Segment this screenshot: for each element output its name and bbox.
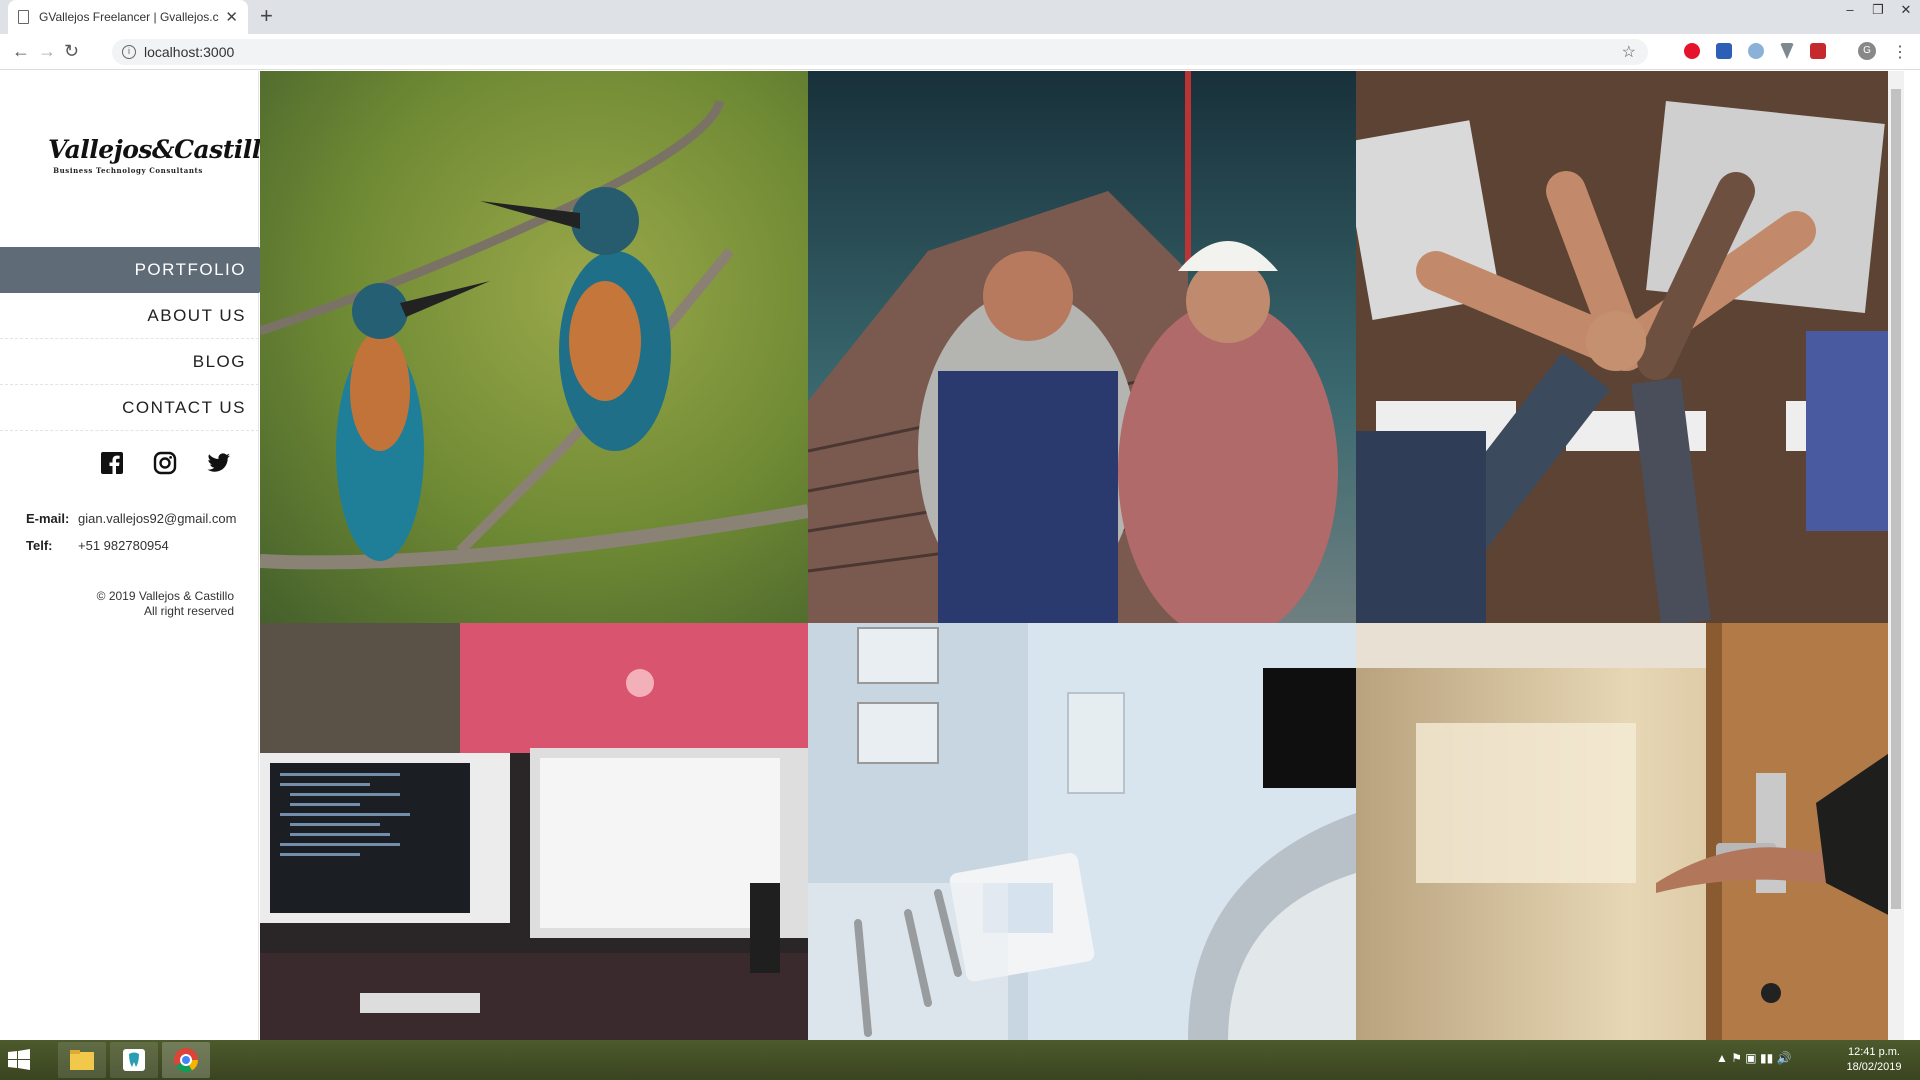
extension-icon-red[interactable] (1810, 43, 1826, 59)
phone-value: +51 982780954 (78, 538, 169, 553)
opera-extension-icon[interactable] (1684, 43, 1700, 59)
portfolio-image (260, 623, 808, 1040)
page-scrollbar[interactable] (1888, 71, 1904, 1040)
info-icon[interactable]: i (122, 45, 136, 59)
logo-name: Vallejos&Castillo (48, 135, 277, 164)
extension-icon[interactable] (1748, 43, 1764, 59)
taskbar: ▲ ⚑ ▣ ▮▮ 🔊 12:41 p.m. 18/02/2019 (0, 1040, 1920, 1080)
contact-info: E-mail: gian.vallejos92@gmail.com Telf: … (26, 511, 236, 565)
portfolio-image (1356, 623, 1904, 1040)
email-label: E-mail: (26, 511, 70, 526)
site-logo[interactable]: Vallejos&Castillo Business Technology Co… (48, 135, 277, 175)
portfolio-image (808, 71, 1356, 623)
portfolio-image (260, 71, 808, 623)
close-window-button[interactable]: ✕ (1892, 0, 1920, 22)
phone-row: Telf: +51 982780954 (26, 538, 236, 553)
browser-tabstrip: GVallejos Freelancer | Gvallejos.c ✕ + –… (0, 0, 1920, 34)
browser-tab[interactable]: GVallejos Freelancer | Gvallejos.c ✕ (8, 0, 248, 34)
tab-title: GVallejos Freelancer | Gvallejos.c (39, 10, 219, 24)
menu-item-contact-us[interactable]: CONTACT US (0, 385, 259, 431)
sidebar: Vallejos&Castillo Business Technology Co… (0, 71, 282, 1040)
menu-item-about-us[interactable]: ABOUT US (0, 293, 259, 339)
scrollbar-thumb[interactable] (1891, 89, 1901, 909)
logo-tagline: Business Technology Consultants (53, 166, 203, 175)
portfolio-item-dental-clinic[interactable] (808, 623, 1356, 1040)
menu-item-blog[interactable]: BLOG (0, 339, 259, 385)
vue-devtools-icon[interactable] (1780, 43, 1794, 59)
portfolio-image (808, 623, 1356, 1040)
new-tab-button[interactable]: + (260, 3, 273, 29)
portfolio-item-development[interactable] (260, 623, 808, 1040)
copyright-line-2: All right reserved (143, 604, 234, 618)
twitter-icon[interactable] (206, 451, 233, 478)
social-links (100, 451, 233, 478)
document-icon (18, 10, 29, 24)
copyright: © 2019 Vallejos & Castillo All right res… (97, 589, 234, 619)
windows-start-icon[interactable] (8, 1049, 30, 1071)
forward-button[interactable]: → (38, 41, 56, 62)
email-row: E-mail: gian.vallejos92@gmail.com (26, 511, 236, 526)
portfolio-item-teamwork[interactable] (1356, 71, 1904, 623)
window-controls: – ❐ ✕ (1836, 0, 1920, 22)
portfolio-image (1356, 71, 1904, 623)
portfolio-item-kingfishers[interactable] (260, 71, 808, 623)
portfolio-item-construction[interactable] (808, 71, 1356, 623)
menu-item-portfolio[interactable]: PORTFOLIO (0, 247, 282, 293)
page: Vallejos&Castillo Business Technology Co… (0, 71, 1920, 1040)
bookmark-extension-icon[interactable] (1716, 43, 1732, 59)
browser-toolbar: ← → ↻ i localhost:3000 ☆ G ⋮ (0, 34, 1920, 70)
copyright-line-1: © 2019 Vallejos & Castillo (96, 589, 234, 603)
restore-button[interactable]: ❐ (1864, 0, 1892, 22)
chrome-icon[interactable] (162, 1042, 210, 1078)
main-menu: PORTFOLIO ABOUT US BLOG CONTACT US (0, 247, 282, 431)
clock-time: 12:41 p.m. (1848, 1046, 1900, 1058)
url-text: localhost:3000 (144, 44, 235, 60)
portfolio-item-hotel-door[interactable] (1356, 623, 1904, 1040)
close-tab-icon[interactable]: ✕ (225, 8, 238, 26)
reload-button[interactable]: ↻ (64, 41, 79, 62)
taskbar-clock[interactable]: 12:41 p.m. 18/02/2019 (1836, 1045, 1912, 1075)
address-bar[interactable]: i localhost:3000 ☆ (112, 39, 1648, 65)
bookmark-star-icon[interactable]: ☆ (1622, 42, 1636, 62)
clock-date: 18/02/2019 (1846, 1061, 1902, 1073)
file-explorer-icon[interactable] (58, 1042, 106, 1078)
menu-dots-icon[interactable]: ⋮ (1892, 42, 1908, 62)
profile-avatar[interactable]: G (1858, 42, 1876, 60)
dental-app-icon[interactable] (110, 1042, 158, 1078)
email-value[interactable]: gian.vallejos92@gmail.com (78, 511, 236, 526)
back-button[interactable]: ← (12, 41, 30, 62)
system-tray-icons[interactable]: ▲ ⚑ ▣ ▮▮ 🔊 (1716, 1051, 1791, 1065)
phone-label: Telf: (26, 538, 53, 553)
portfolio-grid (260, 71, 1904, 1040)
instagram-icon[interactable] (153, 451, 180, 478)
facebook-icon[interactable] (100, 451, 127, 478)
minimize-button[interactable]: – (1836, 0, 1864, 22)
